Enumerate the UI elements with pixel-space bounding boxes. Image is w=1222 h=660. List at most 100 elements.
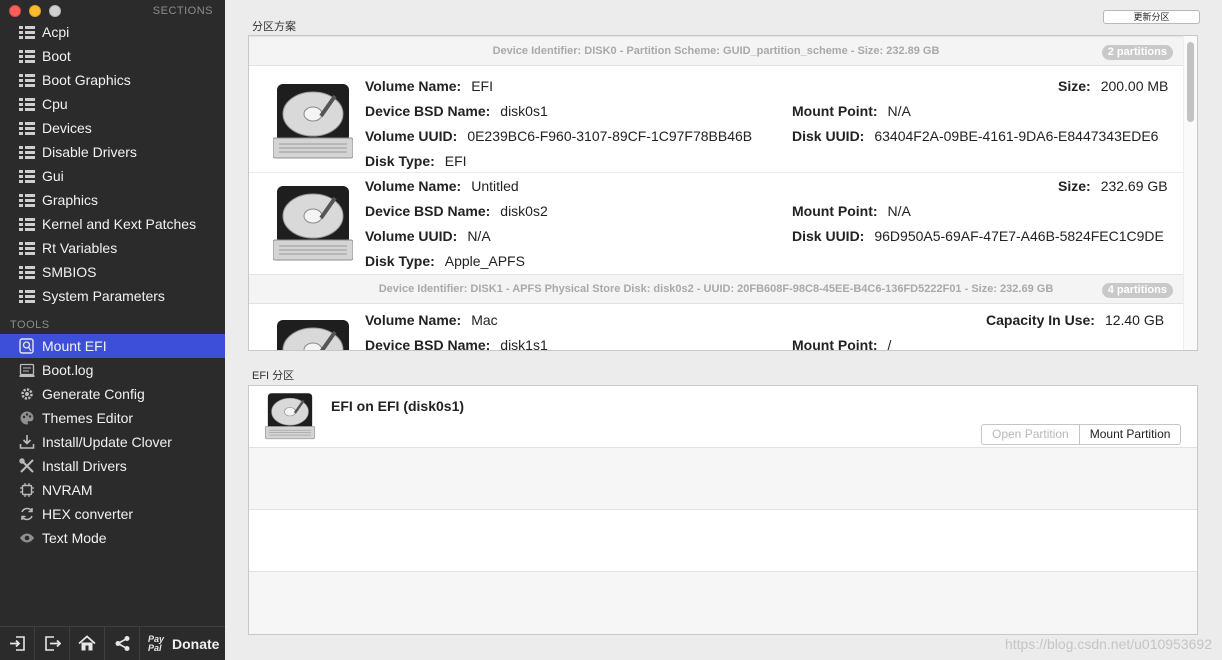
sidebar-item-disable-drivers[interactable]: Disable Drivers (0, 140, 225, 164)
sidebar-item-label: SMBIOS (42, 264, 97, 280)
sidebar-item-label: Mount EFI (42, 338, 107, 354)
open-partition-button[interactable]: Open Partition (982, 425, 1080, 444)
field-value: Untitled (471, 178, 519, 194)
list-icon (18, 72, 35, 89)
efi-section-label: EFI 分区 (252, 370, 295, 382)
donate-label: Donate (172, 635, 220, 652)
sections-list: Acpi Boot Boot Graphics Cpu Devices Disa… (0, 20, 225, 308)
sections-heading: SECTIONS (152, 5, 213, 17)
gear-icon (18, 386, 35, 403)
sidebar-item-nvram[interactable]: NVRAM (0, 478, 225, 502)
sidebar-item-label: HEX converter (42, 506, 134, 522)
size-field: Size: 200.00 MB (1058, 78, 1168, 94)
scrollbar-thumb[interactable] (1187, 42, 1194, 122)
home-icon (78, 635, 96, 651)
field-label: Volume UUID: (365, 228, 458, 244)
device-bsd-name-field: Device BSD Name: disk0s1 (365, 103, 548, 119)
home-button[interactable] (70, 626, 105, 660)
field-label: Device BSD Name: (365, 203, 491, 219)
disk-type-field: Disk Type: Apple_APFS (365, 253, 525, 269)
volume-row[interactable]: Volume Name: Mac Device BSD Name: disk1s1 … (249, 306, 1183, 351)
field-label: Volume Name: (365, 178, 462, 194)
list-icon (18, 264, 35, 281)
sidebar-item-text-mode[interactable]: Text Mode (0, 526, 225, 550)
field-label: Volume UUID: (365, 128, 458, 144)
sidebar-item-gui[interactable]: Gui (0, 164, 225, 188)
log-icon (18, 362, 35, 379)
main-content: 分区方案 更新分区 Device Identifier: DISK0 - Par… (225, 0, 1222, 660)
paypal-logo: Pay Pal (148, 634, 166, 653)
minimize-window-button[interactable] (29, 5, 41, 17)
list-icon (18, 288, 35, 305)
watermark: https://blog.csdn.net/u010953692 (1004, 636, 1212, 652)
field-value: 12.40 GB (1104, 312, 1165, 328)
field-label: Disk Type: (365, 153, 435, 169)
list-icon (18, 48, 35, 65)
hard-drive-icon (273, 84, 353, 159)
sidebar-item-themes-editor[interactable]: Themes Editor (0, 406, 225, 430)
sidebar-item-label: Disable Drivers (42, 144, 137, 160)
sidebar-item-devices[interactable]: Devices (0, 116, 225, 140)
sidebar-item-generate-config[interactable]: Generate Config (0, 382, 225, 406)
sidebar-item-hex-converter[interactable]: HEX converter (0, 502, 225, 526)
sidebar-item-label: Acpi (42, 24, 70, 40)
sidebar-item-label: Themes Editor (42, 410, 134, 426)
sidebar-item-label: Rt Variables (42, 240, 118, 256)
eye-icon (18, 530, 35, 547)
sidebar-bottom-toolbar: Pay Pal Donate (0, 626, 225, 660)
sidebar-item-kernel-kext-patches[interactable]: Kernel and Kext Patches (0, 212, 225, 236)
sidebar-item-smbios[interactable]: SMBIOS (0, 260, 225, 284)
sidebar-item-label: Install/Update Clover (42, 434, 172, 450)
sidebar-item-boot[interactable]: Boot (0, 44, 225, 68)
list-icon (18, 144, 35, 161)
refresh-icon (18, 506, 35, 523)
volume-row[interactable]: Volume Name: Untitled Device BSD Name: dis… (249, 172, 1183, 272)
export-button[interactable] (35, 626, 70, 660)
chip-icon (18, 482, 35, 499)
sidebar-item-cpu[interactable]: Cpu (0, 92, 225, 116)
row-divider (249, 509, 1197, 510)
volume-row[interactable]: Volume Name: EFI Device BSD Name: disk0s1 … (249, 70, 1183, 170)
field-label: Mount Point: (792, 203, 878, 219)
field-label: Disk UUID: (792, 228, 865, 244)
tools-heading: TOOLS (10, 319, 50, 331)
sidebar-item-label: NVRAM (42, 482, 93, 498)
partition-section-label: 分区方案 (252, 21, 296, 33)
volume-name-field: Volume Name: EFI (365, 78, 493, 94)
sidebar-item-install-update-clover[interactable]: Install/Update Clover (0, 430, 225, 454)
hard-drive-icon (265, 393, 315, 440)
sidebar-item-rt-variables[interactable]: Rt Variables (0, 236, 225, 260)
sidebar-item-label: Cpu (42, 96, 68, 112)
sidebar-item-install-drivers[interactable]: Install Drivers (0, 454, 225, 478)
device-bsd-name-field: Device BSD Name: disk1s1 (365, 337, 548, 351)
sidebar-item-boot-graphics[interactable]: Boot Graphics (0, 68, 225, 92)
mount-efi-icon (18, 338, 35, 355)
import-button[interactable] (0, 626, 35, 660)
partition-list[interactable]: Device Identifier: DISK0 - Partition Sch… (248, 35, 1198, 351)
vertical-scrollbar[interactable] (1183, 36, 1197, 350)
sidebar-item-graphics[interactable]: Graphics (0, 188, 225, 212)
mount-point-field: Mount Point: N/A (792, 103, 911, 119)
sidebar-item-acpi[interactable]: Acpi (0, 20, 225, 44)
mount-partition-button[interactable]: Mount Partition (1080, 425, 1181, 444)
close-window-button[interactable] (9, 5, 21, 17)
sidebar-item-system-parameters[interactable]: System Parameters (0, 284, 225, 308)
sidebar-item-mount-efi[interactable]: Mount EFI (0, 334, 225, 358)
share-button[interactable] (105, 626, 140, 660)
field-label: Volume Name: (365, 312, 462, 328)
partition-count-badge: 2 partitions (1101, 45, 1173, 60)
field-value: disk1s1 (500, 337, 548, 351)
sidebar-item-label: Text Mode (42, 530, 107, 546)
field-value: 63404F2A-09BE-4161-9DA6-E8447343EDE6 (874, 128, 1159, 144)
refresh-partitions-button[interactable]: 更新分区 (1103, 10, 1200, 24)
field-label: Size: (1058, 178, 1091, 194)
sidebar-item-label: Install Drivers (42, 458, 127, 474)
donate-button[interactable]: Pay Pal Donate (140, 634, 220, 653)
zoom-window-button[interactable] (49, 5, 61, 17)
list-icon (18, 24, 35, 41)
sidebar-item-boot-log[interactable]: Boot.log (0, 358, 225, 382)
sidebar-item-label: Gui (42, 168, 64, 184)
efi-list-row (249, 572, 1197, 634)
efi-panel: EFI on EFI (disk0s1) Open Partition Moun… (248, 385, 1198, 635)
sidebar: SECTIONS Acpi Boot Boot Graphics Cpu Dev… (0, 0, 225, 660)
